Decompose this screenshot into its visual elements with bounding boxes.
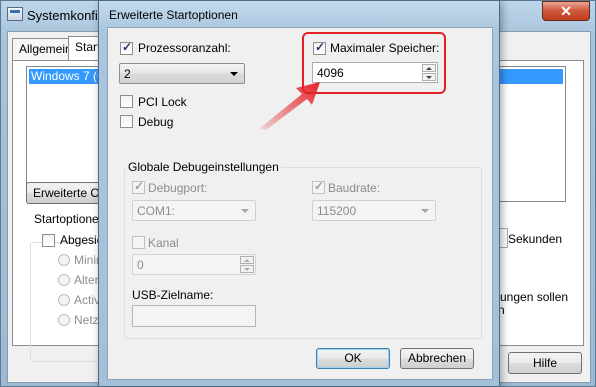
processor-count-value: 2 (124, 67, 131, 81)
radio-alternate[interactable] (58, 274, 70, 286)
processor-count-select[interactable]: 2 (119, 63, 245, 84)
cancel-button[interactable]: Abbrechen (400, 348, 474, 369)
usb-target-label: USB-Zielname: (132, 288, 214, 302)
boot-options-label: Startoptionen (32, 212, 108, 226)
settings-note-line1: ellungen sollen (488, 290, 569, 304)
debug-checkbox[interactable] (120, 115, 133, 128)
help-button[interactable]: Hilfe (508, 352, 582, 374)
pci-lock-checkbox[interactable] (120, 95, 133, 108)
safe-boot-checkbox[interactable] (42, 234, 55, 247)
chevron-down-icon (230, 72, 238, 76)
channel-input[interactable]: 0 (132, 254, 256, 275)
baud-rate-checkbox[interactable] (312, 179, 325, 194)
radio-network[interactable] (58, 314, 70, 326)
channel-label: Kanal (148, 236, 179, 250)
pci-lock-label: PCI Lock (138, 95, 187, 109)
spin-up-icon[interactable] (240, 256, 254, 264)
channel-checkbox[interactable] (132, 236, 145, 249)
spin-down-icon[interactable] (240, 265, 254, 273)
tab-general[interactable]: Allgemein (12, 38, 72, 60)
baud-rate-value: 115200 (317, 204, 357, 218)
debug-settings-title: Globale Debugeinstellungen (126, 160, 281, 174)
ok-button[interactable]: OK (316, 348, 390, 369)
radio-active-directory[interactable] (58, 294, 70, 306)
seconds-label: Sekunden (508, 232, 563, 246)
dialog-title: Erweiterte Startoptionen (109, 8, 238, 22)
app-icon (7, 7, 23, 21)
chevron-down-icon (421, 209, 429, 213)
debug-label: Debug (138, 115, 174, 129)
close-button[interactable]: ✕ (542, 1, 590, 21)
channel-spinner (240, 256, 254, 273)
baud-rate-select[interactable]: 115200 (312, 200, 436, 221)
debug-port-checkbox[interactable] (132, 179, 145, 194)
radio-minimal[interactable] (58, 254, 70, 266)
processor-count-checkbox[interactable] (120, 40, 133, 55)
baud-rate-label: Baudrate: (328, 181, 381, 195)
annotation-arrow-icon (260, 82, 320, 130)
debug-port-label: Debugport: (148, 181, 208, 195)
usb-target-input[interactable] (132, 305, 256, 327)
processor-count-label: Prozessoranzahl: (138, 41, 231, 55)
debug-port-select[interactable]: COM1: (132, 200, 256, 221)
channel-value: 0 (137, 258, 144, 272)
chevron-down-icon (241, 209, 249, 213)
debug-port-value: COM1: (137, 204, 176, 218)
